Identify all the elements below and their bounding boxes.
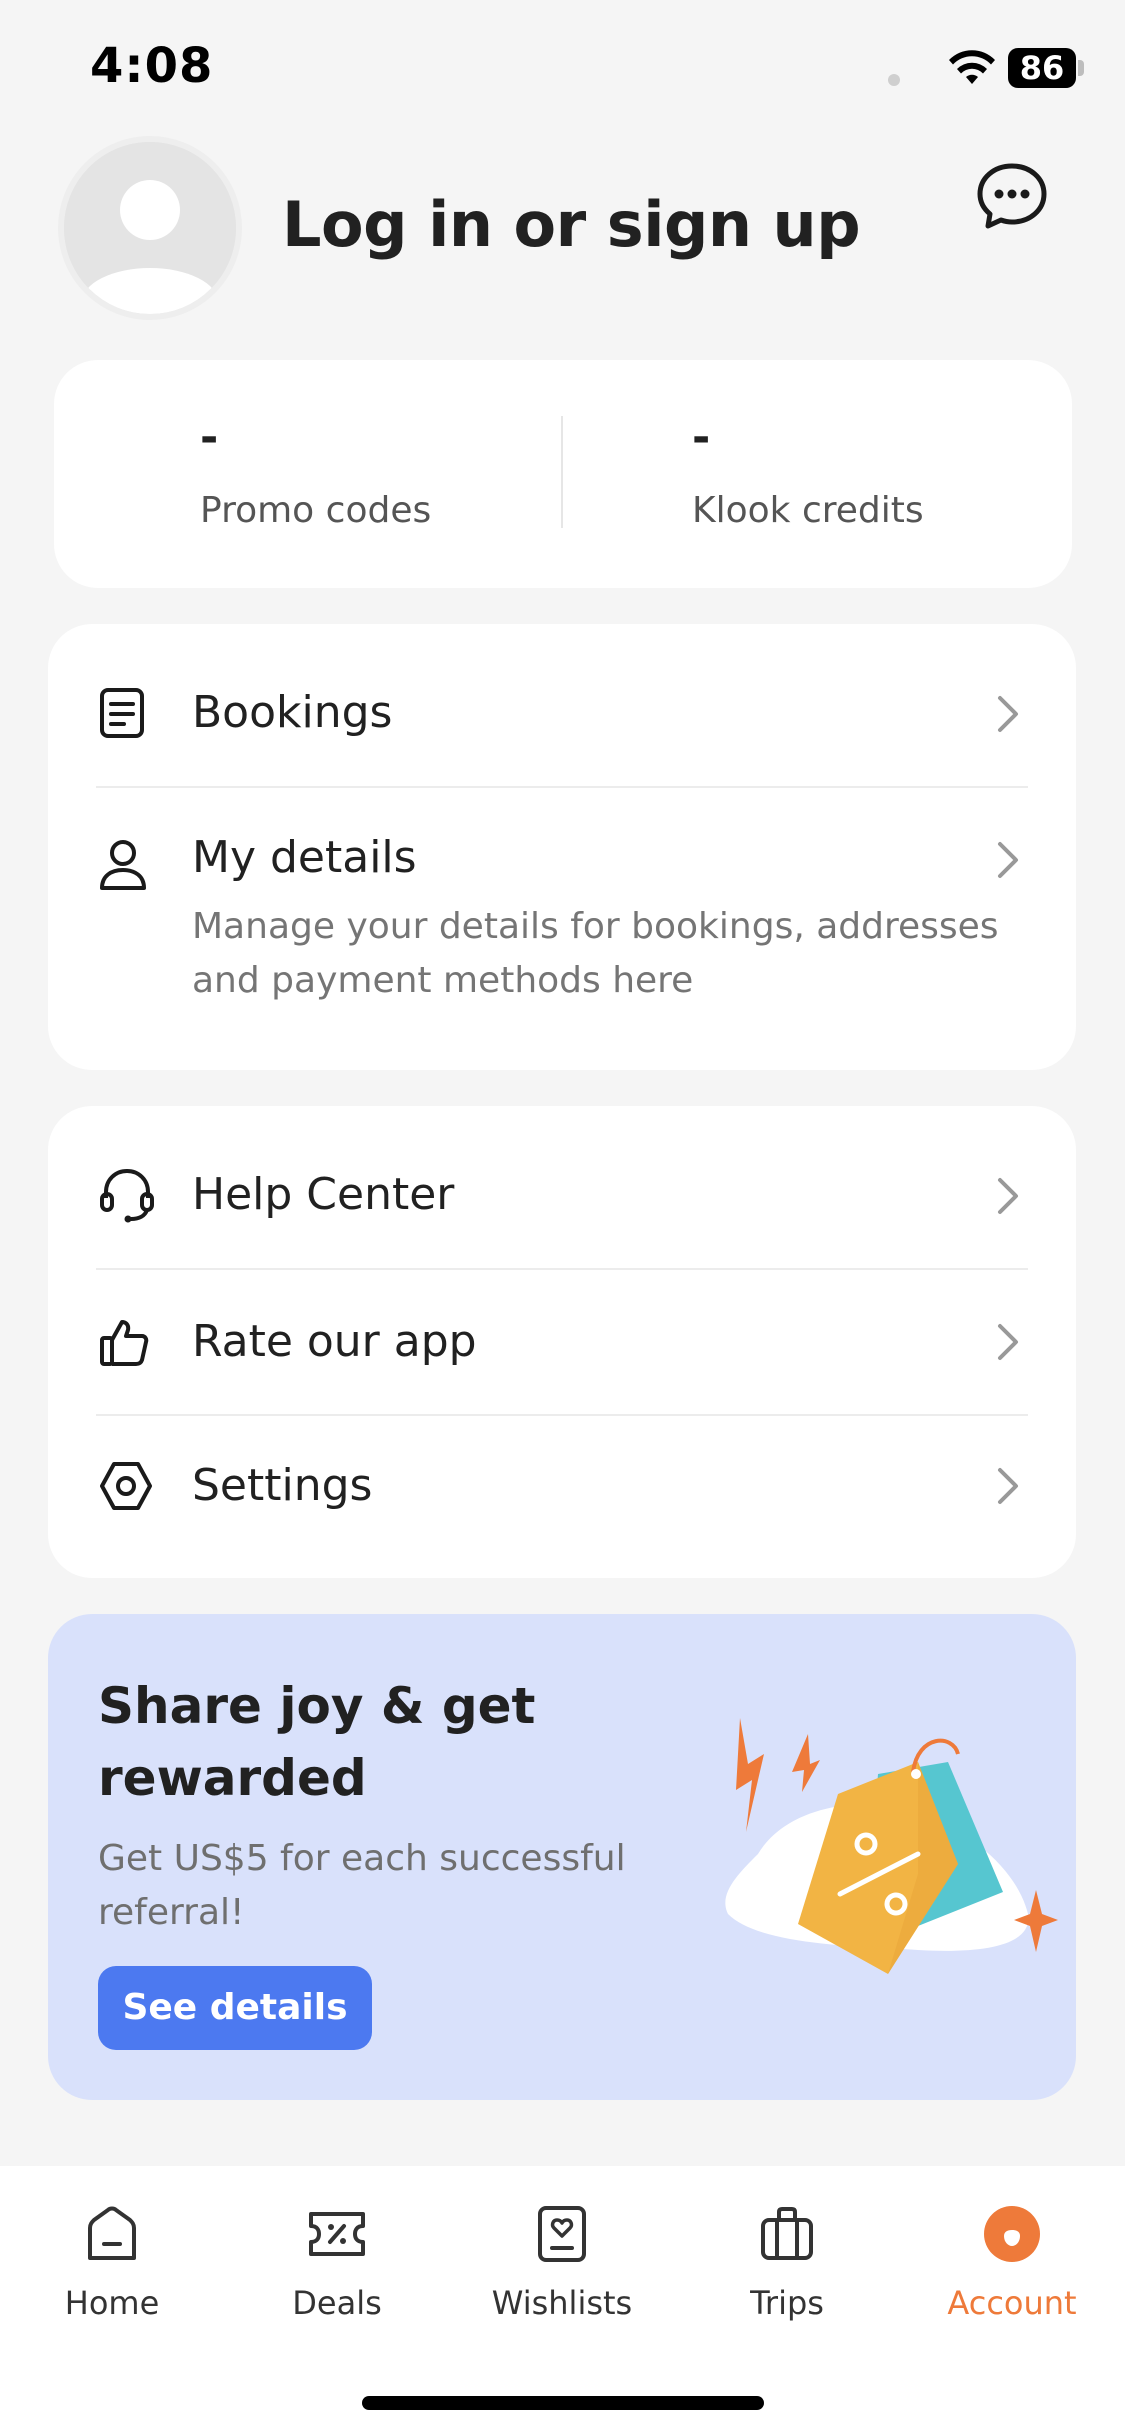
deals-icon bbox=[309, 2212, 365, 2256]
see-details-button[interactable]: See details bbox=[98, 1966, 372, 2050]
battery-tip bbox=[1078, 60, 1084, 76]
tab-label-home: Home bbox=[64, 2284, 160, 2322]
promo-codes-value: - bbox=[200, 412, 219, 463]
menu-label-help-center: Help Center bbox=[192, 1169, 455, 1220]
home-icon bbox=[88, 2206, 136, 2260]
support-menu-card: Help Center Rate our app Settings bbox=[48, 1106, 1076, 1578]
headset-icon bbox=[100, 1168, 154, 1223]
tab-deals[interactable]: Deals bbox=[237, 2202, 437, 2352]
tab-trips[interactable]: Trips bbox=[687, 2202, 887, 2352]
status-time: 4:08 bbox=[90, 38, 214, 94]
settings-hexagon-icon bbox=[100, 1462, 152, 1510]
promo-description: Get US$5 for each successful referral! bbox=[98, 1838, 626, 1933]
menu-item-settings[interactable]: Settings bbox=[48, 1416, 1076, 1578]
chevron-right-icon bbox=[998, 842, 1018, 878]
klook-credits-value: - bbox=[692, 412, 711, 463]
status-indicator-dot bbox=[888, 74, 900, 86]
menu-item-bookings[interactable]: Bookings bbox=[48, 624, 1076, 786]
referral-promo-banner[interactable]: Share joy & get rewarded Get US$5 for ea… bbox=[48, 1614, 1076, 2100]
credits-card: - Promo codes - Klook credits bbox=[54, 360, 1072, 588]
klook-credits-label: Klook credits bbox=[692, 490, 924, 531]
status-bar: 4:08 86 bbox=[0, 0, 1125, 130]
credits-divider bbox=[561, 416, 563, 528]
wishlist-icon bbox=[538, 2206, 586, 2262]
suitcase-icon bbox=[761, 2207, 813, 2260]
menu-label-rate-app: Rate our app bbox=[192, 1316, 477, 1367]
promo-codes-item[interactable]: - Promo codes bbox=[200, 360, 540, 588]
login-signup-title[interactable]: Log in or sign up bbox=[282, 188, 861, 261]
discount-tag-illustration bbox=[725, 1718, 1058, 1974]
tab-label-wishlists: Wishlists bbox=[491, 2284, 633, 2322]
menu-label-my-details: My details bbox=[192, 832, 417, 883]
avatar[interactable] bbox=[58, 136, 242, 320]
menu-item-help-center[interactable]: Help Center bbox=[48, 1106, 1076, 1268]
chat-icon[interactable] bbox=[972, 156, 1052, 236]
chevron-right-icon bbox=[998, 1468, 1018, 1504]
avatar-placeholder-icon bbox=[64, 142, 236, 314]
menu-item-my-details[interactable]: My details Manage your details for booki… bbox=[48, 788, 1076, 1070]
menu-label-bookings: Bookings bbox=[192, 687, 393, 738]
tab-label-deals: Deals bbox=[292, 2284, 382, 2322]
tab-label-account: Account bbox=[947, 2284, 1077, 2322]
chevron-right-icon bbox=[998, 1178, 1018, 1214]
chevron-right-icon bbox=[998, 696, 1018, 732]
document-icon bbox=[100, 688, 144, 738]
wifi-icon bbox=[949, 50, 995, 84]
klook-credits-item[interactable]: - Klook credits bbox=[692, 360, 1032, 588]
tab-label-trips: Trips bbox=[750, 2284, 824, 2322]
menu-description-my-details: Manage your details for bookings, addres… bbox=[192, 906, 999, 1001]
account-menu-card: Bookings My details Manage your details … bbox=[48, 624, 1076, 1070]
promo-title: Share joy & get rewarded bbox=[98, 1677, 536, 1807]
tab-wishlists[interactable]: Wishlists bbox=[462, 2202, 662, 2352]
home-indicator bbox=[362, 2396, 764, 2410]
thumbs-up-icon bbox=[100, 1320, 149, 1366]
promo-codes-label: Promo codes bbox=[200, 490, 432, 531]
account-icon bbox=[984, 2206, 1040, 2262]
chevron-right-icon bbox=[998, 1324, 1018, 1360]
tab-home[interactable]: Home bbox=[12, 2202, 212, 2352]
person-icon bbox=[100, 840, 146, 890]
menu-label-settings: Settings bbox=[192, 1460, 373, 1511]
menu-item-rate-app[interactable]: Rate our app bbox=[48, 1270, 1076, 1414]
tab-account[interactable]: Account bbox=[912, 2202, 1112, 2352]
battery-level: 86 bbox=[1008, 48, 1076, 88]
